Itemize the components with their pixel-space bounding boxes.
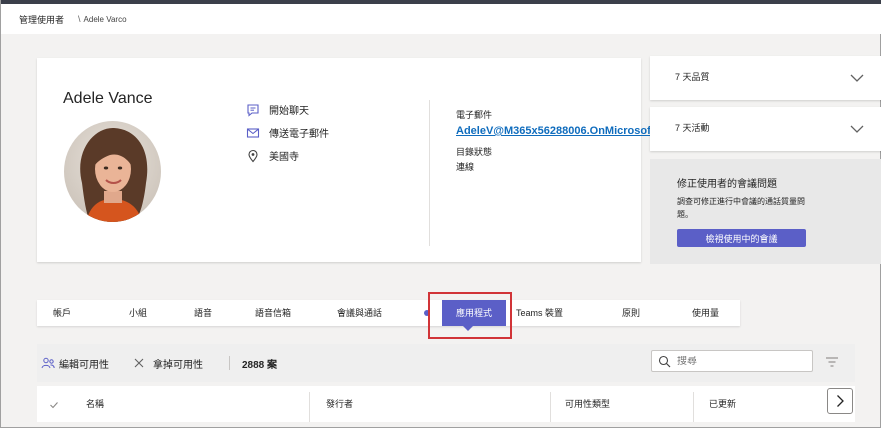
breadcrumb-separator: \ — [78, 14, 81, 24]
select-all-checkbox[interactable] — [49, 386, 59, 422]
chevron-right-icon — [835, 394, 845, 408]
email-label: 電子郵件 — [456, 110, 493, 120]
column-divider — [550, 392, 551, 422]
apps-toolbar: 編輯可用性 拿掉可用性 2888 案 — [37, 344, 855, 382]
user-name: Adele Vance — [63, 90, 153, 107]
view-active-meetings-button[interactable]: 檢視使用中的會議 — [677, 229, 806, 247]
directory-status-value: 連線 — [456, 162, 475, 172]
column-header-name[interactable]: 名稱 — [86, 386, 104, 422]
search-input[interactable] — [677, 355, 797, 367]
edit-availability-label: 編輯可用性 — [59, 359, 109, 371]
breadcrumb: 管理使用者 \ Adele Varco — [1, 4, 881, 34]
send-email-action[interactable]: 傳送電子郵件 — [245, 121, 329, 144]
contact-info: 電子郵件 AdeleV@M365x56288006.OnMicrosoft.co… — [456, 108, 680, 173]
tab-voicemail[interactable]: 語音信箱 — [255, 300, 291, 326]
tab-account[interactable]: 帳戶 — [53, 300, 71, 326]
remove-availability-button[interactable]: 拿掉可用性 — [133, 356, 203, 371]
breadcrumb-root-link[interactable]: 管理使用者 — [19, 13, 64, 26]
filter-icon[interactable] — [825, 356, 839, 371]
mail-icon — [245, 125, 261, 141]
chat-icon — [245, 102, 261, 118]
active-tab-caret — [463, 326, 473, 331]
start-chat-action[interactable]: 開始聊天 — [245, 98, 329, 121]
column-header-updated[interactable]: 已更新 — [709, 386, 736, 422]
activity-card[interactable]: 7 天活動 — [650, 107, 881, 151]
location-icon — [245, 148, 261, 164]
fix-meeting-title: 修正使用者的會議問題 — [677, 179, 777, 190]
tab-teams-devices[interactable]: Teams 裝置 — [516, 300, 563, 326]
breadcrumb-current: Adele Varco — [83, 14, 127, 24]
location-label: 美國寺 — [269, 152, 299, 163]
profile-divider — [429, 100, 430, 246]
quality-title: 7 天品質 — [675, 72, 710, 82]
scroll-right-button[interactable] — [827, 388, 853, 414]
start-chat-label: 開始聊天 — [269, 106, 309, 117]
tab-apps[interactable]: 應用程式 — [442, 300, 507, 326]
tab-policies[interactable]: 原則 — [622, 300, 640, 326]
send-email-label: 傳送電子郵件 — [269, 129, 329, 140]
profile-card: Adele Vance 開始聊天 傳送電子郵件 美國寺 電子郵件 AdeleV@… — [37, 58, 680, 262]
avatar — [64, 121, 161, 222]
edit-availability-button[interactable]: 編輯可用性 — [41, 356, 109, 371]
directory-status-label: 目錄狀態 — [456, 147, 493, 157]
tab-voice[interactable]: 語音 — [194, 300, 212, 326]
column-header-availability-type[interactable]: 可用性類型 — [565, 386, 610, 422]
column-header-publisher[interactable]: 發行者 — [326, 386, 353, 422]
people-icon — [41, 356, 55, 370]
apps-table-header: 名稱 發行者 可用性類型 已更新 — [37, 386, 855, 422]
profile-actions: 開始聊天 傳送電子郵件 美國寺 — [245, 98, 329, 167]
search-icon — [658, 355, 671, 368]
tab-bar: 帳戶 小組 語音 語音信箱 會議與通話 應用程式 Teams 裝置 原則 使用量 — [37, 300, 740, 326]
email-link[interactable]: AdeleV@M365x56288006.OnMicrosoft.com — [456, 124, 680, 139]
chevron-down-icon — [850, 70, 864, 88]
quality-card[interactable]: 7 天品質 — [650, 56, 881, 100]
item-count: 2888 案 — [242, 359, 278, 371]
tab-indicator-dot — [424, 310, 430, 316]
location-row: 美國寺 — [245, 144, 329, 167]
tab-groups[interactable]: 小組 — [129, 300, 147, 326]
fix-meeting-card: 修正使用者的會議問題 調查可修正進行中會議的通話質量問題。 檢視使用中的會議 — [650, 159, 881, 264]
tab-meetings-calls[interactable]: 會議與通話 — [337, 300, 382, 326]
tab-usage[interactable]: 使用量 — [692, 300, 719, 326]
activity-title: 7 天活動 — [675, 123, 710, 133]
fix-meeting-description: 調查可修正進行中會議的通話質量問題。 — [677, 197, 805, 219]
column-divider — [693, 392, 694, 422]
column-divider — [309, 392, 310, 422]
search-box[interactable] — [651, 350, 813, 372]
toolbar-separator — [229, 356, 230, 370]
remove-availability-label: 拿掉可用性 — [153, 359, 203, 371]
close-icon — [133, 357, 145, 369]
chevron-down-icon — [850, 121, 864, 139]
